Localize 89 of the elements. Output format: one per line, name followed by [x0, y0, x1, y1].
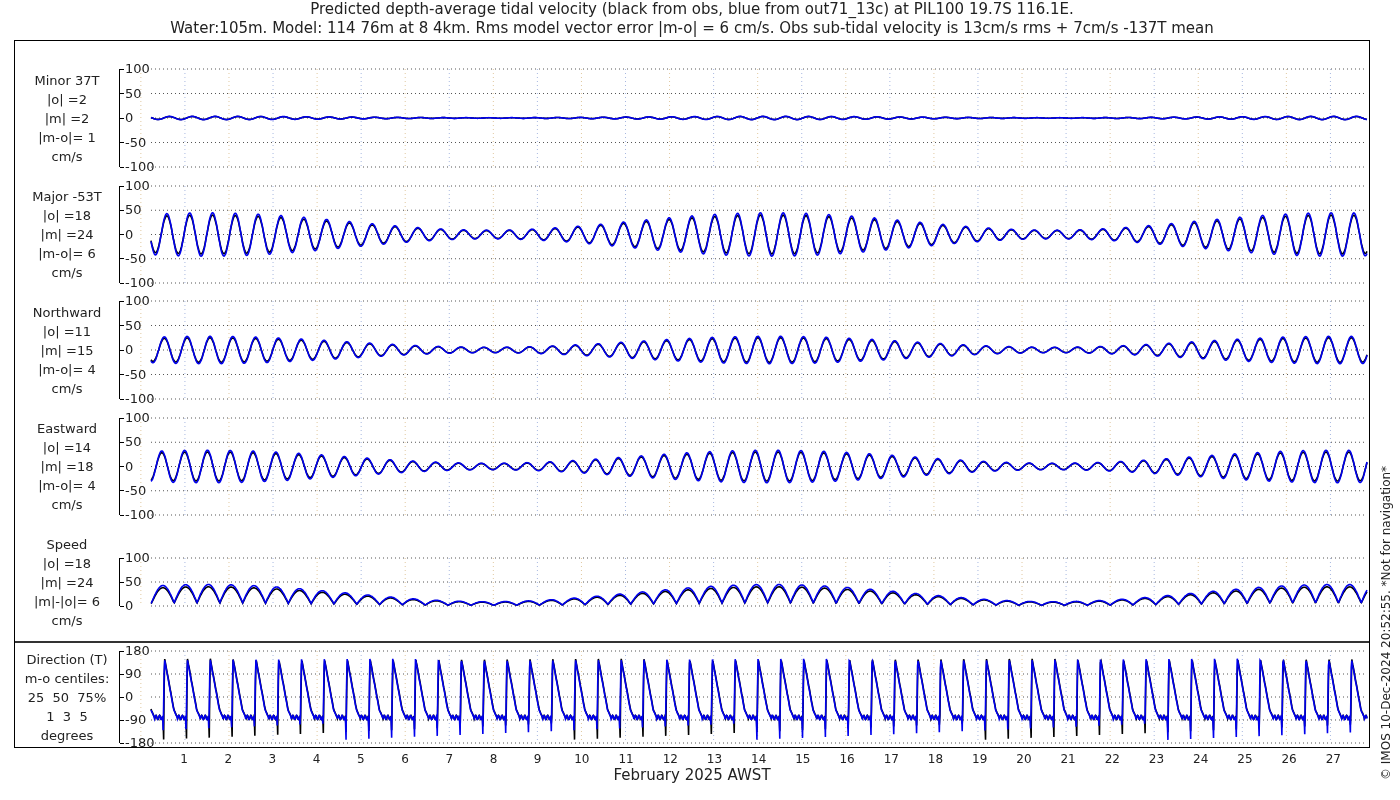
panel-label: |o| =18 — [42, 554, 92, 573]
panel-label: |m| =24 — [40, 573, 94, 592]
x-tick-label: 4 — [312, 752, 321, 766]
x-tick-label: 22 — [1104, 752, 1120, 766]
chart-title: Predicted depth-average tidal velocity (black from obs, blue from out71_13c) at PIL100 19.7S 116.1E. — [310, 0, 1074, 19]
y-tick-label: 0 — [120, 111, 134, 125]
panel-label: |m-o|= 4 — [38, 360, 96, 379]
y-tick-label: 180 — [120, 644, 150, 658]
panel-label: cm/s — [51, 379, 83, 398]
x-tick-label: 10 — [574, 752, 590, 766]
x-tick-label: 17 — [883, 752, 899, 766]
panel-label: Northward — [32, 303, 102, 322]
y-tick-label: -50 — [120, 483, 147, 498]
panel-label: cm/s — [51, 611, 83, 630]
panel-label: |m-o|= 4 — [38, 477, 96, 495]
panel-label: |m-o|= 1 — [38, 128, 96, 147]
panel-label: Speed — [46, 535, 88, 554]
panel-label: |o| =18 — [42, 207, 92, 225]
y-tick-label: 90 — [120, 667, 142, 681]
x-tick-label: 19 — [972, 752, 988, 766]
x-tick-label: 24 — [1193, 752, 1209, 766]
y-tick-label: 0 — [120, 459, 134, 474]
x-tick-label: 15 — [795, 752, 811, 766]
x-tick-label: 7 — [445, 752, 454, 766]
panel-label: |m| =18 — [40, 458, 94, 476]
panel-label: |m-o|= 6 — [38, 245, 96, 263]
y-tick-label: -50 — [120, 251, 147, 266]
panel-label: cm/s — [51, 147, 83, 166]
x-tick-label: 21 — [1060, 752, 1076, 766]
panel-label: |o| =11 — [42, 322, 92, 341]
y-tick-label: 0 — [120, 343, 134, 357]
y-tick-label: -180 — [120, 736, 155, 750]
y-tick-label: 50 — [120, 203, 142, 218]
panel-label: cm/s — [51, 264, 83, 282]
copyright-note: © IMOS 10-Dec-2024 20:52:55. *Not for navigation* — [1379, 465, 1394, 780]
y-tick-label: 100 — [120, 294, 150, 308]
x-tick-label: 14 — [751, 752, 767, 766]
panel-label: |o| =14 — [42, 439, 92, 457]
y-tick-label: -100 — [120, 276, 155, 290]
y-tick-label: 0 — [120, 599, 134, 613]
x-tick-label: 25 — [1237, 752, 1253, 766]
y-tick-label: 50 — [120, 318, 142, 333]
panel-label: Direction (T) — [26, 650, 108, 669]
x-tick-label: 13 — [706, 752, 723, 766]
panel-label: |o| =2 — [47, 90, 87, 109]
x-tick-label: 9 — [533, 752, 542, 766]
x-tick-label: 27 — [1325, 752, 1341, 766]
x-tick-label: 12 — [662, 752, 678, 766]
y-tick-label: 100 — [120, 62, 150, 76]
y-tick-label: -100 — [120, 508, 155, 522]
x-tick-label: 23 — [1148, 752, 1165, 766]
y-tick-label: -100 — [120, 160, 155, 174]
y-tick-label: 0 — [120, 227, 134, 242]
x-tick-label: 20 — [1016, 752, 1032, 766]
x-tick-label: 26 — [1281, 752, 1297, 766]
panel-label: Minor 37T — [34, 71, 100, 90]
y-tick-label: -90 — [120, 713, 147, 727]
y-tick-label: -100 — [120, 392, 155, 406]
y-tick-label: -50 — [120, 367, 147, 382]
panel-label: |m|-|o|= 6 — [33, 592, 101, 611]
x-tick-label: 16 — [839, 752, 855, 766]
x-tick-label: 3 — [268, 752, 277, 766]
panel-label: |m| =24 — [40, 226, 94, 244]
y-tick-label: 50 — [120, 86, 142, 101]
x-axis-label: February 2025 AWST — [613, 766, 771, 784]
y-tick-label: 0 — [120, 690, 134, 704]
x-tick-label: 11 — [618, 752, 634, 766]
panel-label: cm/s — [51, 496, 83, 514]
panel-label: 25 50 75% — [27, 688, 107, 707]
y-tick-label: 50 — [120, 435, 142, 450]
y-tick-label: 100 — [120, 179, 150, 193]
x-tick-label: 1 — [180, 752, 188, 766]
panel-label: Major -53T — [32, 188, 102, 206]
panel-label: Eastward — [37, 420, 97, 438]
panel-label: 1 3 5 — [46, 707, 88, 726]
x-tick-label: 6 — [401, 752, 409, 766]
panel-label: degrees — [40, 726, 94, 745]
y-tick-label: 50 — [120, 575, 142, 589]
panel-label: m-o centiles: — [24, 669, 110, 688]
x-tick-label: 5 — [357, 752, 365, 766]
y-tick-label: 100 — [120, 551, 150, 565]
x-tick-label: 8 — [489, 752, 498, 766]
x-tick-label: 2 — [224, 752, 233, 766]
panel-label: |m| =2 — [44, 109, 90, 128]
y-tick-label: -50 — [120, 135, 147, 150]
chart-subtitle: Water:105m. Model: 114 76m at 8 4km. Rms model vector error |m-o| = 6 cm/s. Obs sub-tidal velocity is 13cm/s rms + 7cm/s -137T mean — [170, 19, 1214, 38]
y-tick-label: 100 — [120, 411, 150, 425]
x-tick-label: 18 — [927, 752, 944, 766]
panel-label: |m| =15 — [40, 341, 94, 360]
